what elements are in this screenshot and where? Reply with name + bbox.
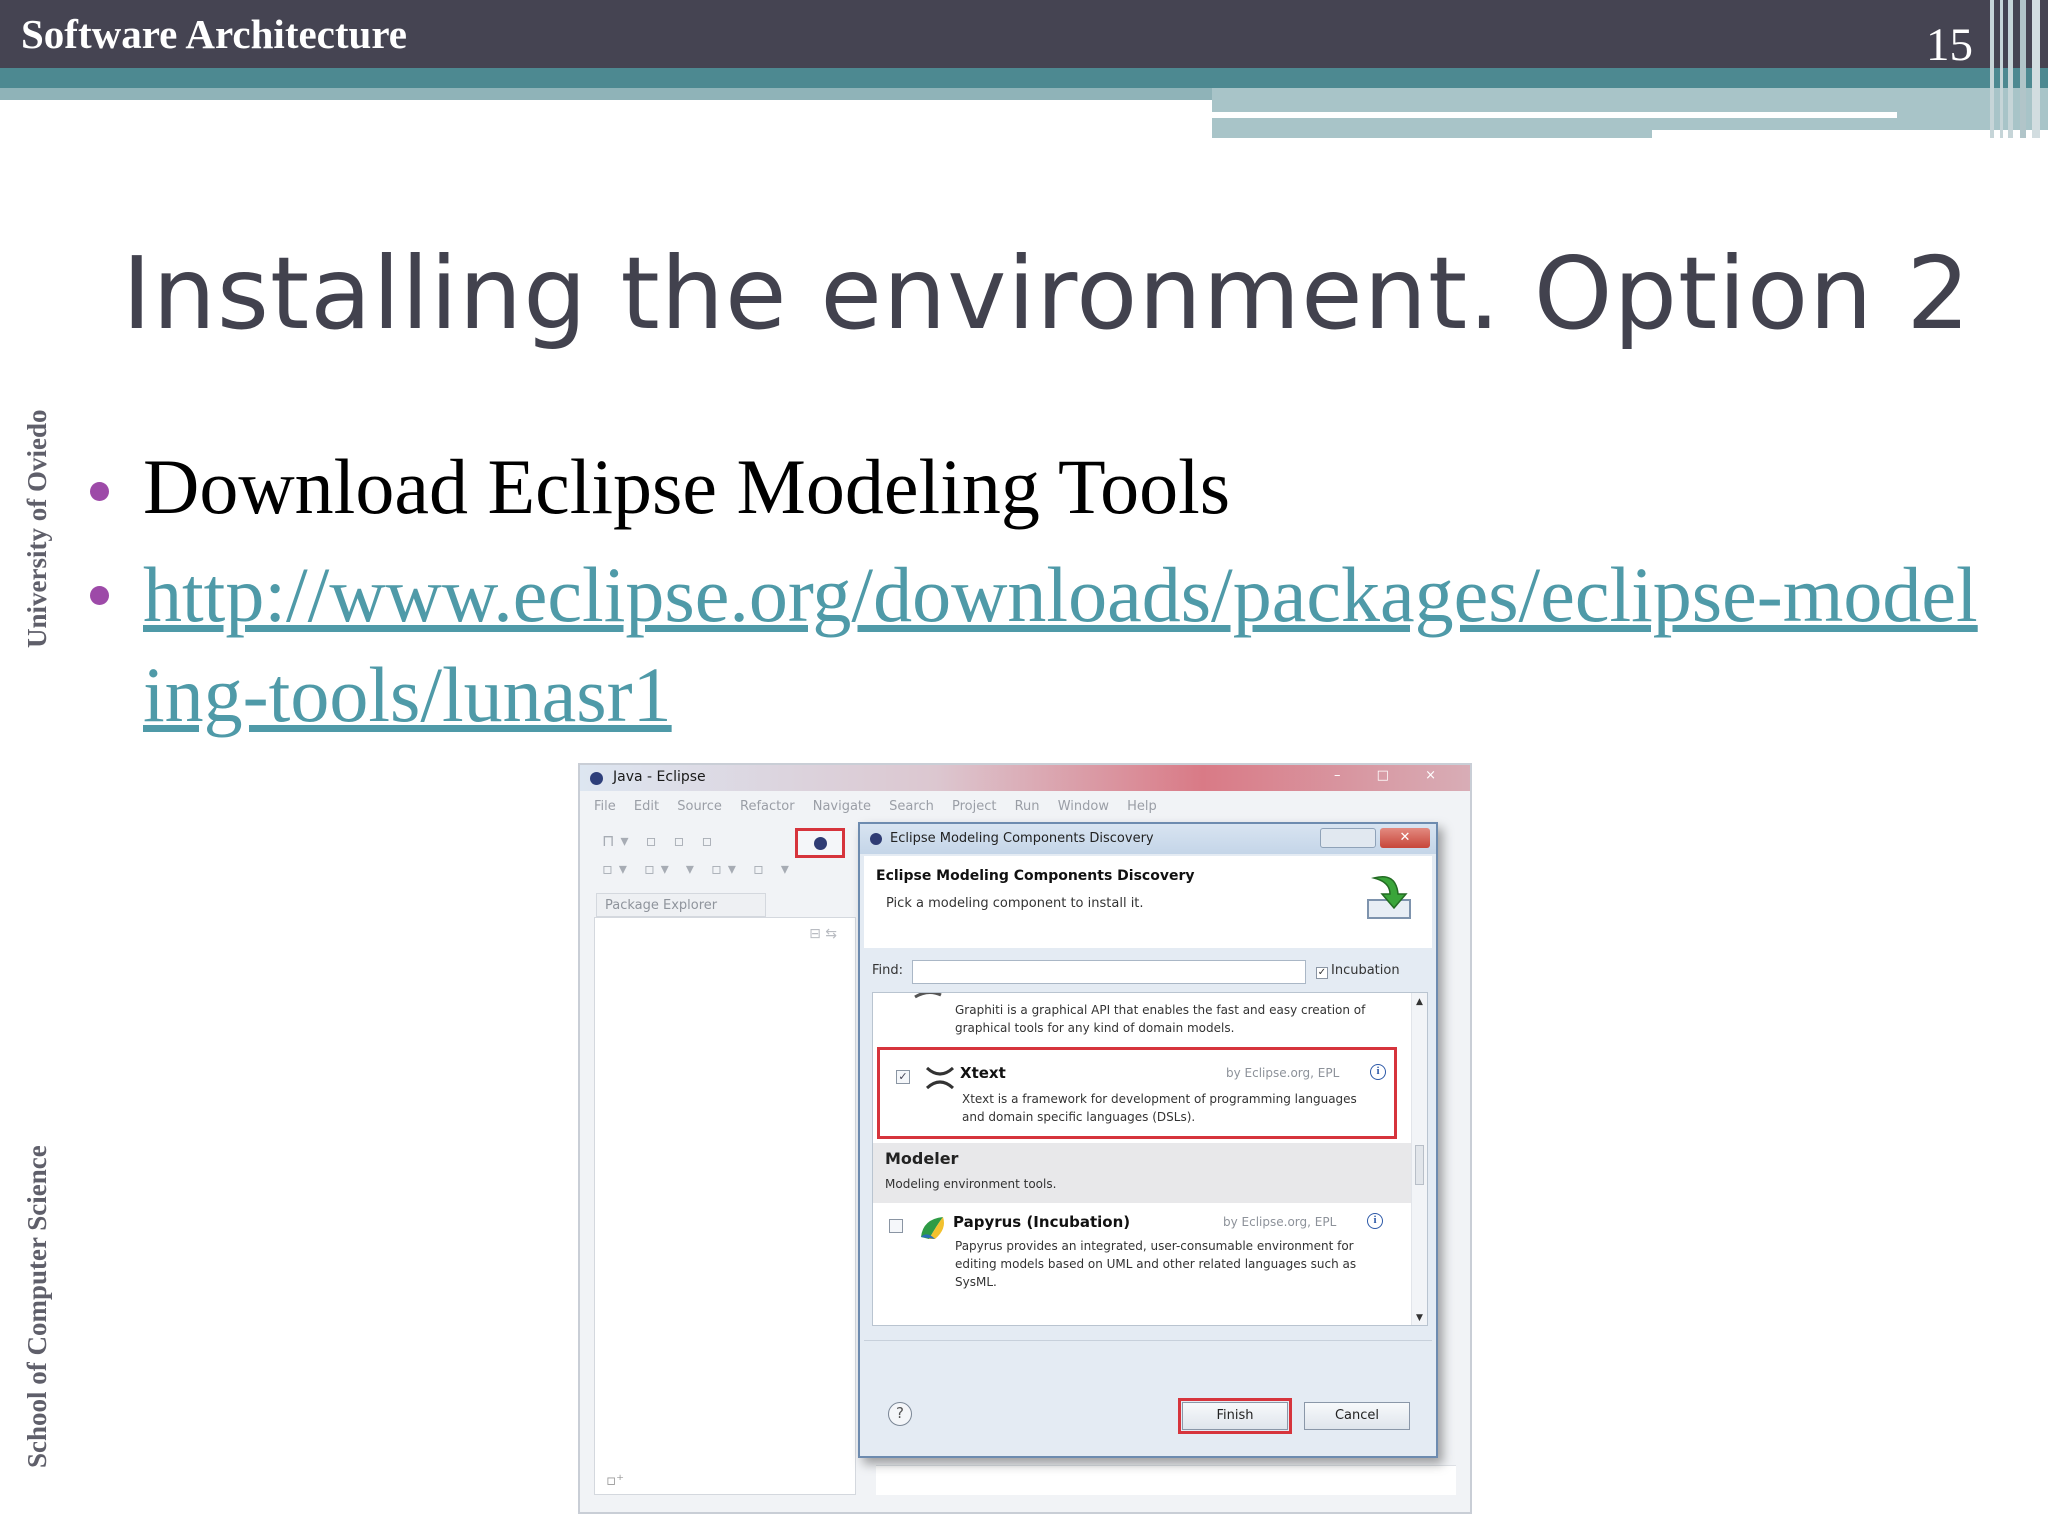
- editor-bottom-area: [876, 1465, 1456, 1495]
- cancel-button[interactable]: Cancel: [1304, 1402, 1410, 1430]
- menu-edit[interactable]: Edit: [634, 799, 659, 814]
- header-band-mid: [0, 88, 1212, 100]
- incubation-checkbox[interactable]: ✓ Incubation: [1316, 963, 1400, 979]
- xtext-item[interactable]: ✓ Xtext by Eclipse.org, EPL i Xtext is a…: [877, 1047, 1397, 1139]
- xtext-description: Xtext is a framework for development of …: [962, 1092, 1357, 1124]
- menu-search[interactable]: Search: [889, 799, 934, 814]
- menu-navigate[interactable]: Navigate: [813, 799, 871, 814]
- finish-button[interactable]: Finish: [1182, 1402, 1288, 1430]
- incubation-check-icon[interactable]: ✓: [1316, 967, 1328, 979]
- install-arrow-icon: [1367, 876, 1411, 919]
- list-scrollbar[interactable]: ▲ ▼: [1411, 993, 1427, 1325]
- components-list: Graphiti is a graphical API that enables…: [872, 992, 1428, 1326]
- package-explorer-panel: ⊟ ⇆: [594, 917, 856, 1495]
- menu-run[interactable]: Run: [1015, 799, 1040, 814]
- header-bar: Software Architecture 15: [0, 0, 2048, 71]
- dialog-titlebar: Eclipse Modeling Components Discovery ✕: [860, 824, 1436, 854]
- course-title: Software Architecture: [21, 11, 407, 57]
- scroll-thumb[interactable]: [1415, 1145, 1424, 1185]
- discovery-icon: [814, 837, 827, 850]
- menu-source[interactable]: Source: [677, 799, 722, 814]
- dialog-header-subtitle: Pick a modeling component to install it.: [886, 896, 1144, 911]
- menu-refactor[interactable]: Refactor: [740, 799, 795, 814]
- toolbar-row-1[interactable]: ⊓▾ ▫ ▫ ▫: [602, 831, 718, 850]
- help-icon[interactable]: ?: [888, 1402, 912, 1426]
- header-band-teal: [0, 68, 2048, 88]
- toolbar-row-2[interactable]: ▫▾ ▫▾ ▾ ▫▾ ▫ ▾: [602, 859, 795, 878]
- find-label: Find:: [872, 963, 904, 978]
- window-controls[interactable]: – □ ×: [1334, 768, 1452, 783]
- xtext-icon: [925, 1066, 955, 1090]
- papyrus-checkbox[interactable]: [889, 1219, 903, 1233]
- scroll-down-icon[interactable]: ▼: [1416, 1313, 1423, 1323]
- dialog-icon: [870, 833, 882, 845]
- package-explorer-tab[interactable]: Package Explorer: [596, 893, 766, 917]
- dialog-header-title: Eclipse Modeling Components Discovery: [876, 868, 1195, 884]
- papyrus-item[interactable]: Papyrus (Incubation) by Eclipse.org, EPL…: [873, 1205, 1413, 1325]
- dialog-window-title: Eclipse Modeling Components Discovery: [890, 831, 1154, 846]
- dialog-header: Eclipse Modeling Components Discovery Pi…: [864, 856, 1432, 948]
- menu-file[interactable]: File: [594, 799, 616, 814]
- category-description: Modeling environment tools.: [885, 1177, 1057, 1191]
- school-label: School of Computer Science: [22, 1145, 52, 1468]
- bullet-download: Download Eclipse Modeling Tools: [143, 443, 1231, 530]
- bullet-dot: [90, 482, 109, 501]
- eclipse-titlebar: Java - Eclipse – □ ×: [580, 765, 1470, 791]
- new-fastview-icon[interactable]: ▫⁺: [606, 1471, 624, 1489]
- header-band-gap-2: [1652, 130, 2048, 138]
- header-vertical-stripes: [1990, 0, 2048, 138]
- eclipse-screenshot: Java - Eclipse – □ × File Edit Source Re…: [578, 763, 1472, 1514]
- modeling-discovery-button[interactable]: [795, 828, 845, 858]
- category-name: Modeler: [885, 1149, 959, 1168]
- xtext-checkbox[interactable]: ✓: [896, 1070, 910, 1084]
- graphiti-description: Graphiti is a graphical API that enables…: [955, 1003, 1366, 1035]
- university-label: University of Oviedo: [22, 409, 52, 648]
- xtext-provider: by Eclipse.org, EPL: [1226, 1066, 1340, 1080]
- category-modeler: Modeler Modeling environment tools.: [873, 1143, 1413, 1203]
- papyrus-name: Papyrus (Incubation): [953, 1213, 1131, 1231]
- incubation-label: Incubation: [1331, 963, 1400, 978]
- papyrus-provider: by Eclipse.org, EPL: [1223, 1215, 1337, 1229]
- menu-project[interactable]: Project: [952, 799, 996, 814]
- papyrus-description: Papyrus provides an integrated, user-con…: [955, 1239, 1357, 1289]
- bullet-dot: [90, 586, 109, 605]
- eclipse-icon: [590, 772, 603, 785]
- scroll-up-icon[interactable]: ▲: [1416, 997, 1423, 1007]
- download-link[interactable]: http://www.eclipse.org/downloads/package…: [143, 545, 1983, 745]
- dialog-close-button[interactable]: ✕: [1380, 828, 1430, 848]
- collapse-link-icons[interactable]: ⊟ ⇆: [809, 926, 837, 942]
- menu-window[interactable]: Window: [1058, 799, 1109, 814]
- header-band-gap: [1212, 112, 1897, 118]
- xtext-name: Xtext: [960, 1064, 1006, 1082]
- dialog-footer-separator: [864, 1340, 1432, 1341]
- slide-title: Installing the environment. Option 2: [122, 235, 1971, 352]
- find-input[interactable]: [912, 960, 1306, 984]
- papyrus-info-icon[interactable]: i: [1367, 1213, 1383, 1229]
- discovery-dialog: Eclipse Modeling Components Discovery ✕ …: [858, 822, 1438, 1458]
- page-number: 15: [1926, 19, 1973, 71]
- eclipse-menubar: File Edit Source Refactor Navigate Searc…: [594, 799, 1171, 821]
- find-row: Find: ✓ Incubation: [872, 960, 1428, 984]
- papyrus-icon: [921, 1217, 944, 1239]
- menu-help[interactable]: Help: [1127, 799, 1157, 814]
- xtext-info-icon[interactable]: i: [1370, 1064, 1386, 1080]
- eclipse-window-title: Java - Eclipse: [613, 769, 706, 785]
- graphiti-icon: [914, 993, 942, 999]
- dialog-minmax-button[interactable]: [1320, 828, 1376, 848]
